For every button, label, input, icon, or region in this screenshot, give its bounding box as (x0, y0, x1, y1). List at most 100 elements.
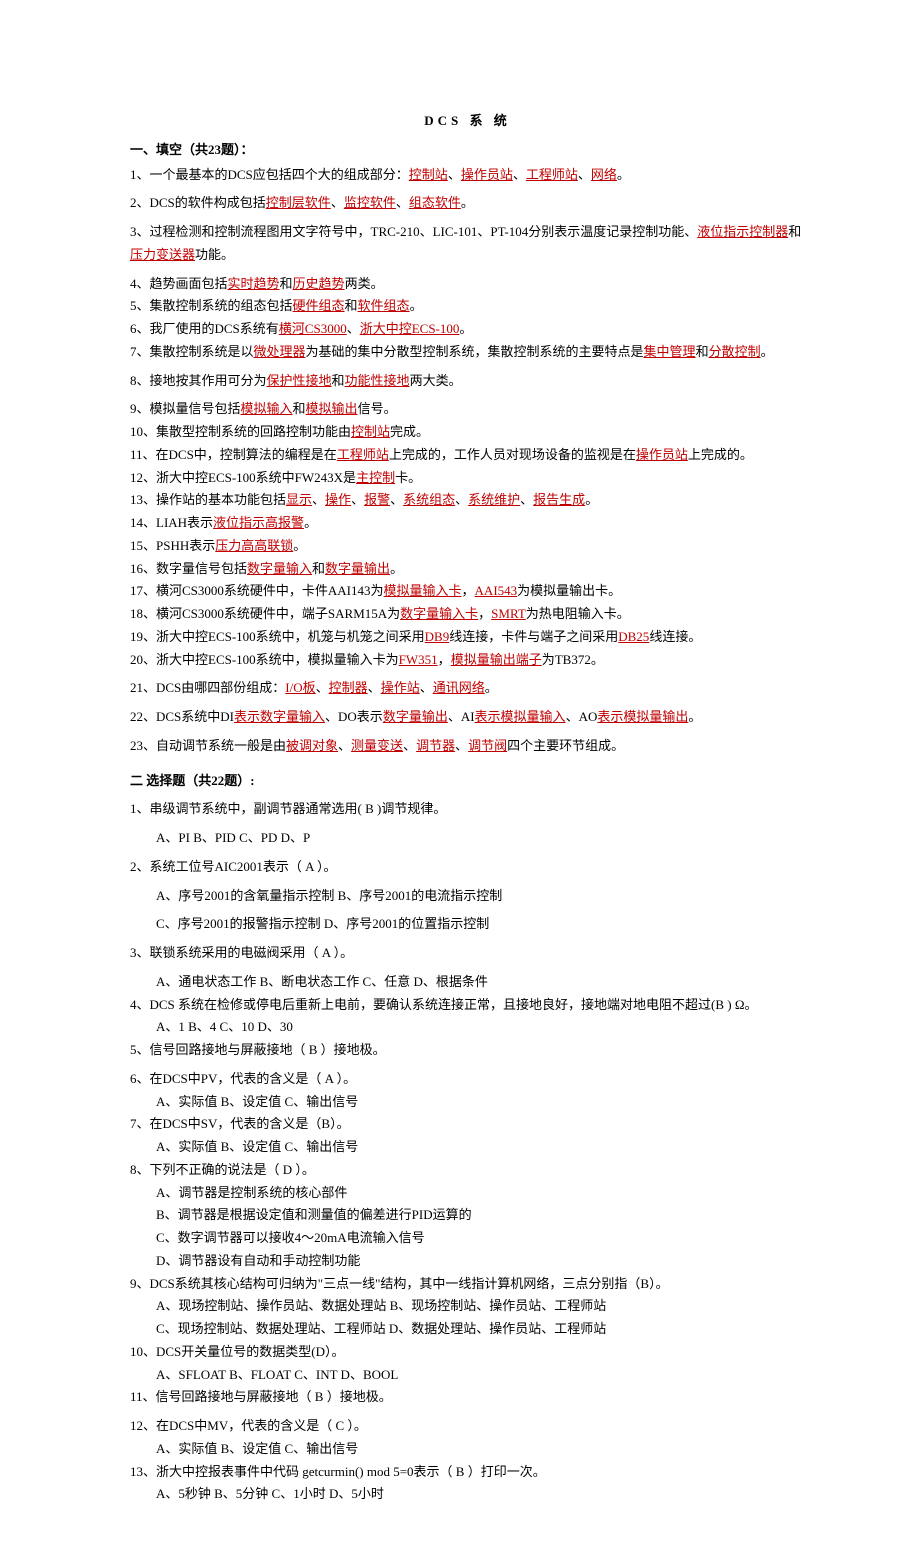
q11: 11、在DCS中，控制算法的编程是在工程师站上完成的，工作人员对现场设备的监视是… (130, 444, 805, 467)
text: 和 (293, 401, 306, 416)
answer: 控制层软件 (266, 195, 331, 210)
sep: 、 (455, 738, 468, 753)
text: 为TB372。 (542, 652, 604, 667)
answer: 数字量输出 (383, 709, 448, 724)
sep: 、 (420, 680, 433, 695)
sep: ， (438, 652, 451, 667)
answer: 数字量输入 (247, 561, 312, 576)
answer: 软件组态 (358, 298, 410, 313)
q4: 4、趋势画面包括实时趋势和历史趋势两类。 (130, 273, 805, 296)
text: 。 (761, 344, 774, 359)
text: 。 (585, 492, 598, 507)
answer: 微处理器 (254, 344, 306, 359)
m8: 8、下列不正确的说法是（ D ）。 (130, 1159, 805, 1182)
answer: 保护性接地 (267, 373, 332, 388)
answer: 被调对象 (286, 738, 338, 753)
text: 上完成的。 (688, 447, 753, 462)
answer: 调节器 (416, 738, 455, 753)
sep: 、 (390, 492, 403, 507)
text: 16、数字量信号包括 (130, 561, 247, 576)
answer: DB9 (425, 629, 450, 644)
answer: 调节阀 (468, 738, 507, 753)
text: 线连接。 (649, 629, 701, 644)
text: 。 (459, 321, 472, 336)
sep: 、 (347, 321, 360, 336)
answer: AAI543 (475, 583, 518, 598)
m2-options-2: C、序号2001的报警指示控制 D、序号2001的位置指示控制 (130, 913, 805, 936)
answer: 监控软件 (344, 195, 396, 210)
text: 和 (280, 276, 293, 291)
text: 13、操作站的基本功能包括 (130, 492, 286, 507)
m1: 1、串级调节系统中，副调节器通常选用( B )调节规律。 (130, 798, 805, 821)
text: 。 (688, 709, 701, 724)
answer: 模拟量输入卡 (384, 583, 462, 598)
text: 8、接地按其作用可分为 (130, 373, 267, 388)
text: 两类。 (345, 276, 384, 291)
text: 5、集散控制系统的组态包括 (130, 298, 293, 313)
q22: 22、DCS系统中DI表示数字量输入、DO表示数字量输出、AI表示模拟量输入、A… (130, 706, 805, 729)
answer: 测量变送 (351, 738, 403, 753)
m8-o3: C、数字调节器可以接收4～20mA电流输入信号 (130, 1227, 805, 1250)
answer: 报警 (364, 492, 390, 507)
text: 和 (696, 344, 709, 359)
answer: 实时趋势 (228, 276, 280, 291)
text: 。 (410, 298, 423, 313)
m9-o2: C、现场控制站、数据处理站、工程师站 D、数据处理站、操作员站、工程师站 (130, 1318, 805, 1341)
q1: 1、一个最基本的DCS应包括四个大的组成部分：控制站、操作员站、工程师站、网络。 (130, 164, 805, 187)
answer: 数字量输出 (325, 561, 390, 576)
answer: 操作员站 (461, 167, 513, 182)
m7: 7、在DCS中SV，代表的含义是（B）。 (130, 1113, 805, 1136)
text: 10、集散型控制系统的回路控制功能由 (130, 424, 351, 439)
answer: 集中管理 (644, 344, 696, 359)
answer: 液位指示高报警 (213, 515, 304, 530)
answer: 操作站 (381, 680, 420, 695)
text: 20、浙大中控ECS-100系统中，模拟量输入卡为 (130, 652, 399, 667)
answer: FW351 (399, 652, 438, 667)
q19: 19、浙大中控ECS-100系统中，机笼与机笼之间采用DB9线连接，卡件与端子之… (130, 626, 805, 649)
text: 15、PSHH表示 (130, 538, 215, 553)
answer: 硬件组态 (293, 298, 345, 313)
q8: 8、接地按其作用可分为保护性接地和功能性接地两大类。 (130, 370, 805, 393)
section2-title: 二 选择题（共22题）: (130, 770, 805, 793)
text: 1、一个最基本的DCS应包括四个大的组成部分： (130, 167, 409, 182)
text: 23、自动调节系统一般是由 (130, 738, 286, 753)
m10: 10、DCS开关量位号的数据类型(D）。 (130, 1341, 805, 1364)
text: 21、DCS由哪四部份组成： (130, 680, 285, 695)
answer: DB25 (618, 629, 649, 644)
m6: 6、在DCS中PV，代表的含义是（ A ）。 (130, 1068, 805, 1091)
text: 为基础的集中分散型控制系统，集散控制系统的主要特点是 (306, 344, 644, 359)
answer: 主控制 (356, 470, 395, 485)
answer: 数字量输入卡 (400, 606, 478, 621)
answer: 历史趋势 (293, 276, 345, 291)
m3-options: A、通电状态工作 B、断电状态工作 C、任意 D、根据条件 (130, 971, 805, 994)
text: 19、浙大中控ECS-100系统中，机笼与机笼之间采用 (130, 629, 425, 644)
text: 卡。 (395, 470, 421, 485)
m4: 4、DCS 系统在检修或停电后重新上电前，要确认系统连接正常，且接地良好，接地端… (130, 994, 805, 1017)
sep: 、 (331, 195, 344, 210)
sep: 、 (396, 195, 409, 210)
m4-options: A、1 B、4 C、10 D、30 (130, 1016, 805, 1039)
answer: 控制站 (351, 424, 390, 439)
answer: 系统维护 (468, 492, 520, 507)
text: 线连接，卡件与端子之间采用 (449, 629, 618, 644)
sep: 、 (578, 167, 591, 182)
text: 、DO表示 (325, 709, 383, 724)
q3: 3、过程检测和控制流程图用文字符号中，TRC-210、LIC-101、PT-10… (130, 221, 805, 267)
answer: 液位指示控制器 (697, 224, 788, 239)
text: 17、横河CS3000系统硬件中，卡件AAI143为 (130, 583, 384, 598)
q12: 12、浙大中控ECS-100系统中FW243X是主控制卡。 (130, 467, 805, 490)
m11: 11、信号回路接地与屏蔽接地（ B ）接地极。 (130, 1386, 805, 1409)
text: 功能。 (195, 247, 234, 262)
m9-o1: A、现场控制站、操作员站、数据处理站 B、现场控制站、操作员站、工程师站 (130, 1295, 805, 1318)
sep: 、 (316, 680, 329, 695)
answer: 报告生成 (533, 492, 585, 507)
answer: 表示模拟量输入 (475, 709, 566, 724)
m9: 9、DCS系统其核心结构可归纳为"三点一线"结构，其中一线指计算机网络，三点分别… (130, 1273, 805, 1296)
text: 完成。 (390, 424, 429, 439)
q13: 13、操作站的基本功能包括显示、操作、报警、系统组态、系统维护、报告生成。 (130, 489, 805, 512)
q2: 2、DCS的软件构成包括控制层软件、监控软件、组态软件。 (130, 192, 805, 215)
m8-o1: A、调节器是控制系统的核心部件 (130, 1182, 805, 1205)
q5: 5、集散控制系统的组态包括硬件组态和软件组态。 (130, 295, 805, 318)
sep: 、 (403, 738, 416, 753)
m1-options: A、PI B、PID C、PD D、P (130, 827, 805, 850)
